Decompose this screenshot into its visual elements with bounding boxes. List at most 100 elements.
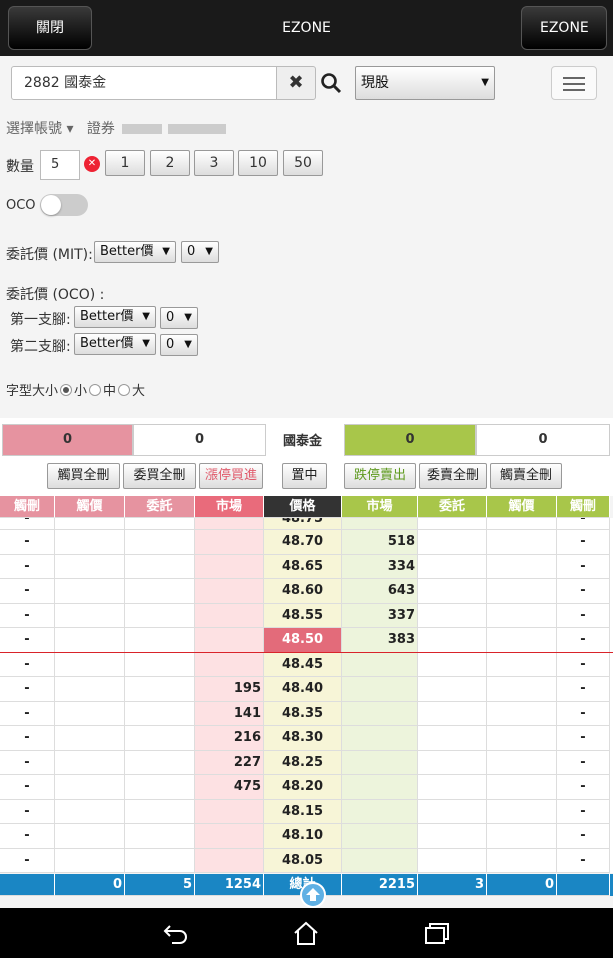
account-select[interactable]: 選擇帳號 ▾	[6, 121, 73, 137]
trigger-price-buy-cell[interactable]	[55, 824, 125, 849]
order-buy-cell[interactable]	[125, 677, 195, 702]
price-cell[interactable]: 48.10	[264, 824, 342, 849]
order-buy-cell[interactable]	[125, 579, 195, 604]
limit-up-buy-button[interactable]: 漲停買進	[199, 463, 263, 489]
mit-price-type-select[interactable]: Better價 ▼	[94, 241, 176, 263]
trigger-delete-sell-cell[interactable]: -	[557, 775, 610, 800]
qty-preset-1[interactable]: 1	[105, 150, 145, 176]
trigger-price-sell-cell[interactable]	[487, 799, 557, 824]
price-cell[interactable]: 48.65	[264, 554, 342, 579]
trigger-delete-sell-cell[interactable]: -	[557, 750, 610, 775]
order-buy-cell[interactable]	[125, 518, 195, 530]
trigger-price-buy-cell[interactable]	[55, 775, 125, 800]
price-cell[interactable]: 48.45	[264, 652, 342, 677]
trigger-price-sell-cell[interactable]	[487, 652, 557, 677]
price-cell[interactable]: 48.55	[264, 603, 342, 628]
menu-button[interactable]	[551, 66, 597, 100]
trigger-price-buy-cell[interactable]	[55, 701, 125, 726]
order-buy-cell[interactable]	[125, 726, 195, 751]
trigger-delete-buy-cell[interactable]: -	[0, 579, 55, 604]
trigger-price-sell-cell[interactable]	[487, 750, 557, 775]
trigger-delete-buy-cell[interactable]: -	[0, 701, 55, 726]
trigger-delete-buy-cell[interactable]: -	[0, 775, 55, 800]
trigger-delete-buy-cell[interactable]: -	[0, 518, 55, 530]
trigger-price-buy-cell[interactable]	[55, 628, 125, 653]
price-cell[interactable]: 48.30	[264, 726, 342, 751]
trigger-price-buy-cell[interactable]	[55, 726, 125, 751]
price-cell[interactable]: 48.25	[264, 750, 342, 775]
trigger-delete-buy-cell[interactable]: -	[0, 726, 55, 751]
mit-tick-select[interactable]: 0 ▼	[181, 241, 219, 263]
order-buy-cell[interactable]	[125, 799, 195, 824]
oco-toggle[interactable]	[40, 194, 88, 216]
trigger-price-sell-cell[interactable]	[487, 726, 557, 751]
trigger-price-buy-cell[interactable]	[55, 603, 125, 628]
order-buy-cell[interactable]	[125, 824, 195, 849]
market-type-select[interactable]: 現股 ▼	[355, 66, 495, 100]
price-cell[interactable]: 48.75	[264, 518, 342, 530]
order-sell-cell[interactable]	[418, 677, 487, 702]
trigger-price-buy-cell[interactable]	[55, 554, 125, 579]
trigger-price-buy-cell[interactable]	[55, 652, 125, 677]
trigger-price-sell-cell[interactable]	[487, 603, 557, 628]
order-sell-cell[interactable]	[418, 554, 487, 579]
order-sell-cell[interactable]	[418, 603, 487, 628]
trigger-delete-buy-cell[interactable]: -	[0, 848, 55, 873]
price-cell[interactable]: 48.15	[264, 799, 342, 824]
trigger-delete-buy-cell[interactable]: -	[0, 750, 55, 775]
search-icon[interactable]	[320, 72, 342, 94]
price-cell[interactable]: 48.60	[264, 579, 342, 604]
trigger-delete-buy-cell[interactable]: -	[0, 603, 55, 628]
trigger-delete-buy-cell[interactable]: -	[0, 677, 55, 702]
qty-preset-10[interactable]: 10	[238, 150, 278, 176]
order-buy-cell[interactable]	[125, 603, 195, 628]
quantity-clear-icon[interactable]: ✕	[84, 156, 100, 172]
trigger-price-buy-cell[interactable]	[55, 518, 125, 530]
order-sell-cell[interactable]	[418, 726, 487, 751]
trigger-price-buy-cell[interactable]	[55, 848, 125, 873]
recent-apps-icon[interactable]	[422, 920, 450, 946]
trigger-price-sell-cell[interactable]	[487, 848, 557, 873]
trigger-price-sell-cell[interactable]	[487, 554, 557, 579]
price-cell[interactable]: 48.50	[264, 628, 342, 653]
trigger-delete-sell-cell[interactable]: -	[557, 848, 610, 873]
qty-preset-2[interactable]: 2	[150, 150, 190, 176]
order-sell-cell[interactable]	[418, 775, 487, 800]
limit-down-sell-button[interactable]: 跌停賣出	[344, 463, 416, 489]
order-buy-cell[interactable]	[125, 775, 195, 800]
price-cell[interactable]: 48.05	[264, 848, 342, 873]
order-sell-cell[interactable]	[418, 652, 487, 677]
leg2-price-type-select[interactable]: Better價 ▼	[74, 333, 156, 355]
trigger-delete-sell-cell[interactable]: -	[557, 628, 610, 653]
trigger-delete-sell-cell[interactable]: -	[557, 530, 610, 555]
cancel-trigger-sell-button[interactable]: 觸賣全刪	[490, 463, 562, 489]
price-cell[interactable]: 48.35	[264, 701, 342, 726]
leg2-tick-select[interactable]: 0 ▼	[160, 334, 198, 356]
trigger-delete-sell-cell[interactable]: -	[557, 677, 610, 702]
trigger-delete-buy-cell[interactable]: -	[0, 530, 55, 555]
cancel-trigger-buy-button[interactable]: 觸買全刪	[47, 463, 120, 489]
leg1-price-type-select[interactable]: Better價 ▼	[74, 306, 156, 328]
cancel-sell-button[interactable]: 委賣全刪	[419, 463, 487, 489]
home-icon[interactable]	[292, 920, 320, 946]
order-sell-cell[interactable]	[418, 799, 487, 824]
order-sell-cell[interactable]	[418, 750, 487, 775]
price-cell[interactable]: 48.70	[264, 530, 342, 555]
order-buy-cell[interactable]	[125, 554, 195, 579]
trigger-delete-buy-cell[interactable]: -	[0, 799, 55, 824]
trigger-price-buy-cell[interactable]	[55, 799, 125, 824]
stock-search-input[interactable]: 2882 國泰金	[11, 66, 277, 100]
order-sell-cell[interactable]	[418, 701, 487, 726]
scroll-up-button[interactable]	[300, 882, 326, 908]
font-large-radio[interactable]	[118, 384, 131, 396]
trigger-delete-sell-cell[interactable]: -	[557, 824, 610, 849]
trigger-price-buy-cell[interactable]	[55, 677, 125, 702]
back-icon[interactable]	[162, 920, 190, 946]
trigger-price-sell-cell[interactable]	[487, 579, 557, 604]
quantity-input[interactable]: 5	[40, 150, 80, 180]
qty-preset-50[interactable]: 50	[283, 150, 323, 176]
trigger-price-sell-cell[interactable]	[487, 530, 557, 555]
price-cell[interactable]: 48.20	[264, 775, 342, 800]
qty-preset-3[interactable]: 3	[194, 150, 234, 176]
order-sell-cell[interactable]	[418, 579, 487, 604]
